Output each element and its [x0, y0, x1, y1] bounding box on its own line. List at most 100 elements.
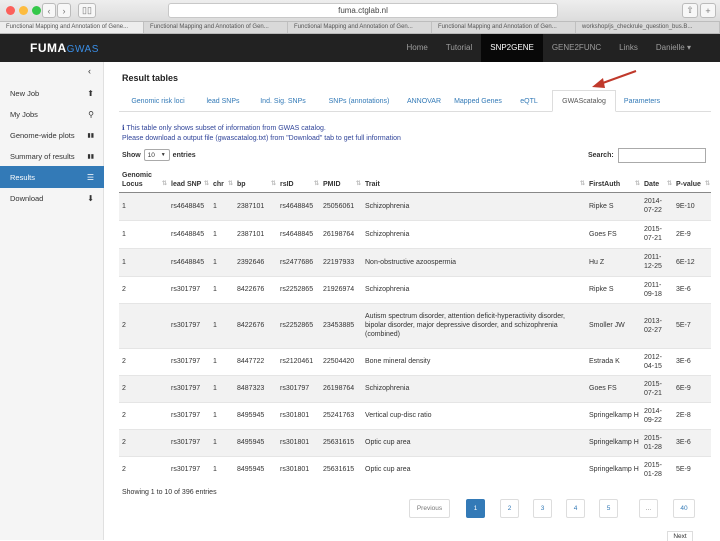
- column-header[interactable]: PMID ⇅: [320, 165, 362, 193]
- nav-tutorial[interactable]: Tutorial: [437, 34, 481, 62]
- pagination-page[interactable]: 2: [500, 499, 519, 518]
- address-bar[interactable]: fuma.ctglab.nl: [168, 3, 558, 18]
- zoom-window-button[interactable]: [32, 6, 41, 15]
- window-controls: [6, 6, 41, 15]
- date-cell: 2011-12-25: [641, 247, 673, 276]
- lead-snp-cell: rs4648845: [168, 247, 210, 276]
- sort-icon: ⇅: [666, 180, 672, 187]
- share-icon[interactable]: ⇧: [682, 3, 698, 18]
- bp-cell: 8422676: [234, 275, 277, 303]
- genomic-locus-cell: 2: [119, 401, 168, 429]
- rsid-cell: rs301801: [277, 455, 320, 483]
- page-length-select[interactable]: 10 ▼: [143, 149, 170, 161]
- close-window-button[interactable]: [6, 6, 15, 15]
- browser-tab[interactable]: Functional Mapping and Annotation of Gen…: [144, 22, 288, 33]
- pagination-page[interactable]: 3: [533, 499, 552, 518]
- tab-lead-snps[interactable]: lead SNPs: [197, 90, 249, 112]
- date-cell: 2015-07-21: [641, 219, 673, 248]
- chr-cell: 1: [210, 455, 234, 483]
- genomic-locus-cell: 1: [119, 219, 168, 248]
- sidebar-item-summary-of-results[interactable]: Summary of results ▮▮: [0, 145, 104, 167]
- browser-tab[interactable]: workshop/js_checkrule_question_bus.B...: [576, 22, 720, 33]
- pagination-page[interactable]: 1: [466, 499, 485, 518]
- sidebar-item-download[interactable]: Download ⬇: [0, 187, 104, 209]
- sidebar-item-my-jobs[interactable]: My Jobs ⚲: [0, 103, 104, 125]
- column-header[interactable]: Trait ⇅: [362, 165, 586, 193]
- sidebar-toggle-icon[interactable]: ▯▯: [78, 3, 96, 18]
- pagination-previous[interactable]: Previous: [409, 499, 450, 518]
- column-header[interactable]: lead SNP ⇅: [168, 165, 210, 193]
- list-icon: ☰: [86, 172, 94, 182]
- result-tabs: Genomic risk loci lead SNPs Ind. Sig. SN…: [119, 90, 711, 112]
- column-header[interactable]: P-value ⇅: [673, 165, 711, 193]
- browser-tabs: Functional Mapping and Annotation of Gen…: [0, 22, 720, 34]
- p-value-cell: 3E-6: [673, 275, 711, 303]
- minimize-window-button[interactable]: [19, 6, 28, 15]
- column-header[interactable]: rsID ⇅: [277, 165, 320, 193]
- column-header[interactable]: Genomic Locus ⇅: [119, 165, 168, 193]
- back-button[interactable]: ‹: [42, 3, 56, 18]
- pmid-cell: 22504420: [320, 347, 362, 375]
- new-tab-icon[interactable]: +: [700, 3, 716, 18]
- nav-snp2gene[interactable]: SNP2GENE: [481, 34, 543, 62]
- tab-genomic-risk-loci[interactable]: Genomic risk loci: [119, 90, 197, 112]
- p-value-cell: 5E-7: [673, 302, 711, 348]
- p-value-cell: 6E-9: [673, 374, 711, 402]
- collapse-sidebar-icon[interactable]: ‹: [88, 66, 91, 76]
- pagination-page[interactable]: 4: [566, 499, 585, 518]
- chr-cell: 1: [210, 401, 234, 429]
- search-icon: ⚲: [88, 109, 94, 119]
- sort-icon: ⇅: [579, 180, 585, 187]
- fuma-logo[interactable]: FUMAGWAS: [30, 41, 99, 55]
- browser-tab[interactable]: Functional Mapping and Annotation of Gen…: [0, 22, 144, 33]
- nav-gene2func[interactable]: GENE2FUNC: [543, 34, 610, 62]
- trait-cell: Bone mineral density: [362, 347, 586, 375]
- pagination-page[interactable]: 40: [673, 499, 695, 518]
- pagination-page[interactable]: 5: [599, 499, 618, 518]
- sidebar-item-new-job[interactable]: New Job ⬆: [0, 82, 104, 104]
- browser-tab[interactable]: Functional Mapping and Annotation of Gen…: [432, 22, 576, 33]
- pmid-cell: 26198764: [320, 374, 362, 402]
- lead-snp-cell: rs301797: [168, 347, 210, 375]
- lead-snp-cell: rs301797: [168, 374, 210, 402]
- trait-cell: Schizophrenia: [362, 219, 586, 248]
- tab-ind-sig-snps[interactable]: Ind. Sig. SNPs: [249, 90, 317, 112]
- nav-links[interactable]: Links: [610, 34, 647, 62]
- search-label: Search:: [588, 152, 614, 159]
- tab-gwascatalog[interactable]: GWAScatalog: [552, 90, 616, 112]
- genomic-locus-cell: 2: [119, 374, 168, 402]
- browser-tab[interactable]: Functional Mapping and Annotation of Gen…: [288, 22, 432, 33]
- sort-icon: ⇅: [270, 180, 276, 187]
- tab-parameters[interactable]: Parameters: [616, 90, 668, 112]
- p-value-cell: 3E-6: [673, 347, 711, 375]
- tab-eqtl[interactable]: eQTL: [509, 90, 549, 112]
- genomic-locus-cell: 2: [119, 428, 168, 456]
- table-row: 2 rs301797 1 8422676 rs2252865 21926974 Schizo…: [119, 275, 711, 303]
- search-input[interactable]: [617, 148, 706, 163]
- column-header[interactable]: bp ⇅: [234, 165, 277, 193]
- top-navbar: FUMAGWAS Home Tutorial SNP2GENE GENE2FUN…: [0, 34, 720, 62]
- column-header[interactable]: Date ⇅: [641, 165, 673, 193]
- first-author-cell: Estrada K: [586, 347, 641, 375]
- pmid-cell: 22197933: [320, 247, 362, 276]
- page-length-value: 10: [147, 151, 155, 159]
- bp-cell: 8447722: [234, 347, 277, 375]
- pmid-cell: 25056061: [320, 191, 362, 220]
- tab-snps-annotations[interactable]: SNPs (annotations): [317, 90, 401, 112]
- tab-mapped-genes[interactable]: Mapped Genes: [447, 90, 509, 112]
- download-icon: ⬇: [87, 193, 94, 203]
- first-author-cell: Goes FS: [586, 374, 641, 402]
- date-cell: 2015-01-28: [641, 455, 673, 483]
- forward-button[interactable]: ›: [57, 3, 71, 18]
- lead-snp-cell: rs301797: [168, 428, 210, 456]
- nav-user-menu[interactable]: Danielle ▾: [647, 34, 700, 62]
- tab-annovar[interactable]: ANNOVAR: [401, 90, 447, 112]
- sidebar-item-genome-wide-plots[interactable]: Genome-wide plots ▮▮: [0, 124, 104, 146]
- sidebar-item-results[interactable]: Results ☰: [0, 166, 104, 188]
- top-nav-links: Home Tutorial SNP2GENE GENE2FUNC Links D…: [398, 34, 701, 62]
- nav-home[interactable]: Home: [398, 34, 437, 62]
- pmid-cell: 25631615: [320, 428, 362, 456]
- column-header[interactable]: chr ⇅: [210, 165, 234, 193]
- column-header[interactable]: FirstAuth ⇅: [586, 165, 641, 193]
- trait-cell: Schizophrenia: [362, 374, 586, 402]
